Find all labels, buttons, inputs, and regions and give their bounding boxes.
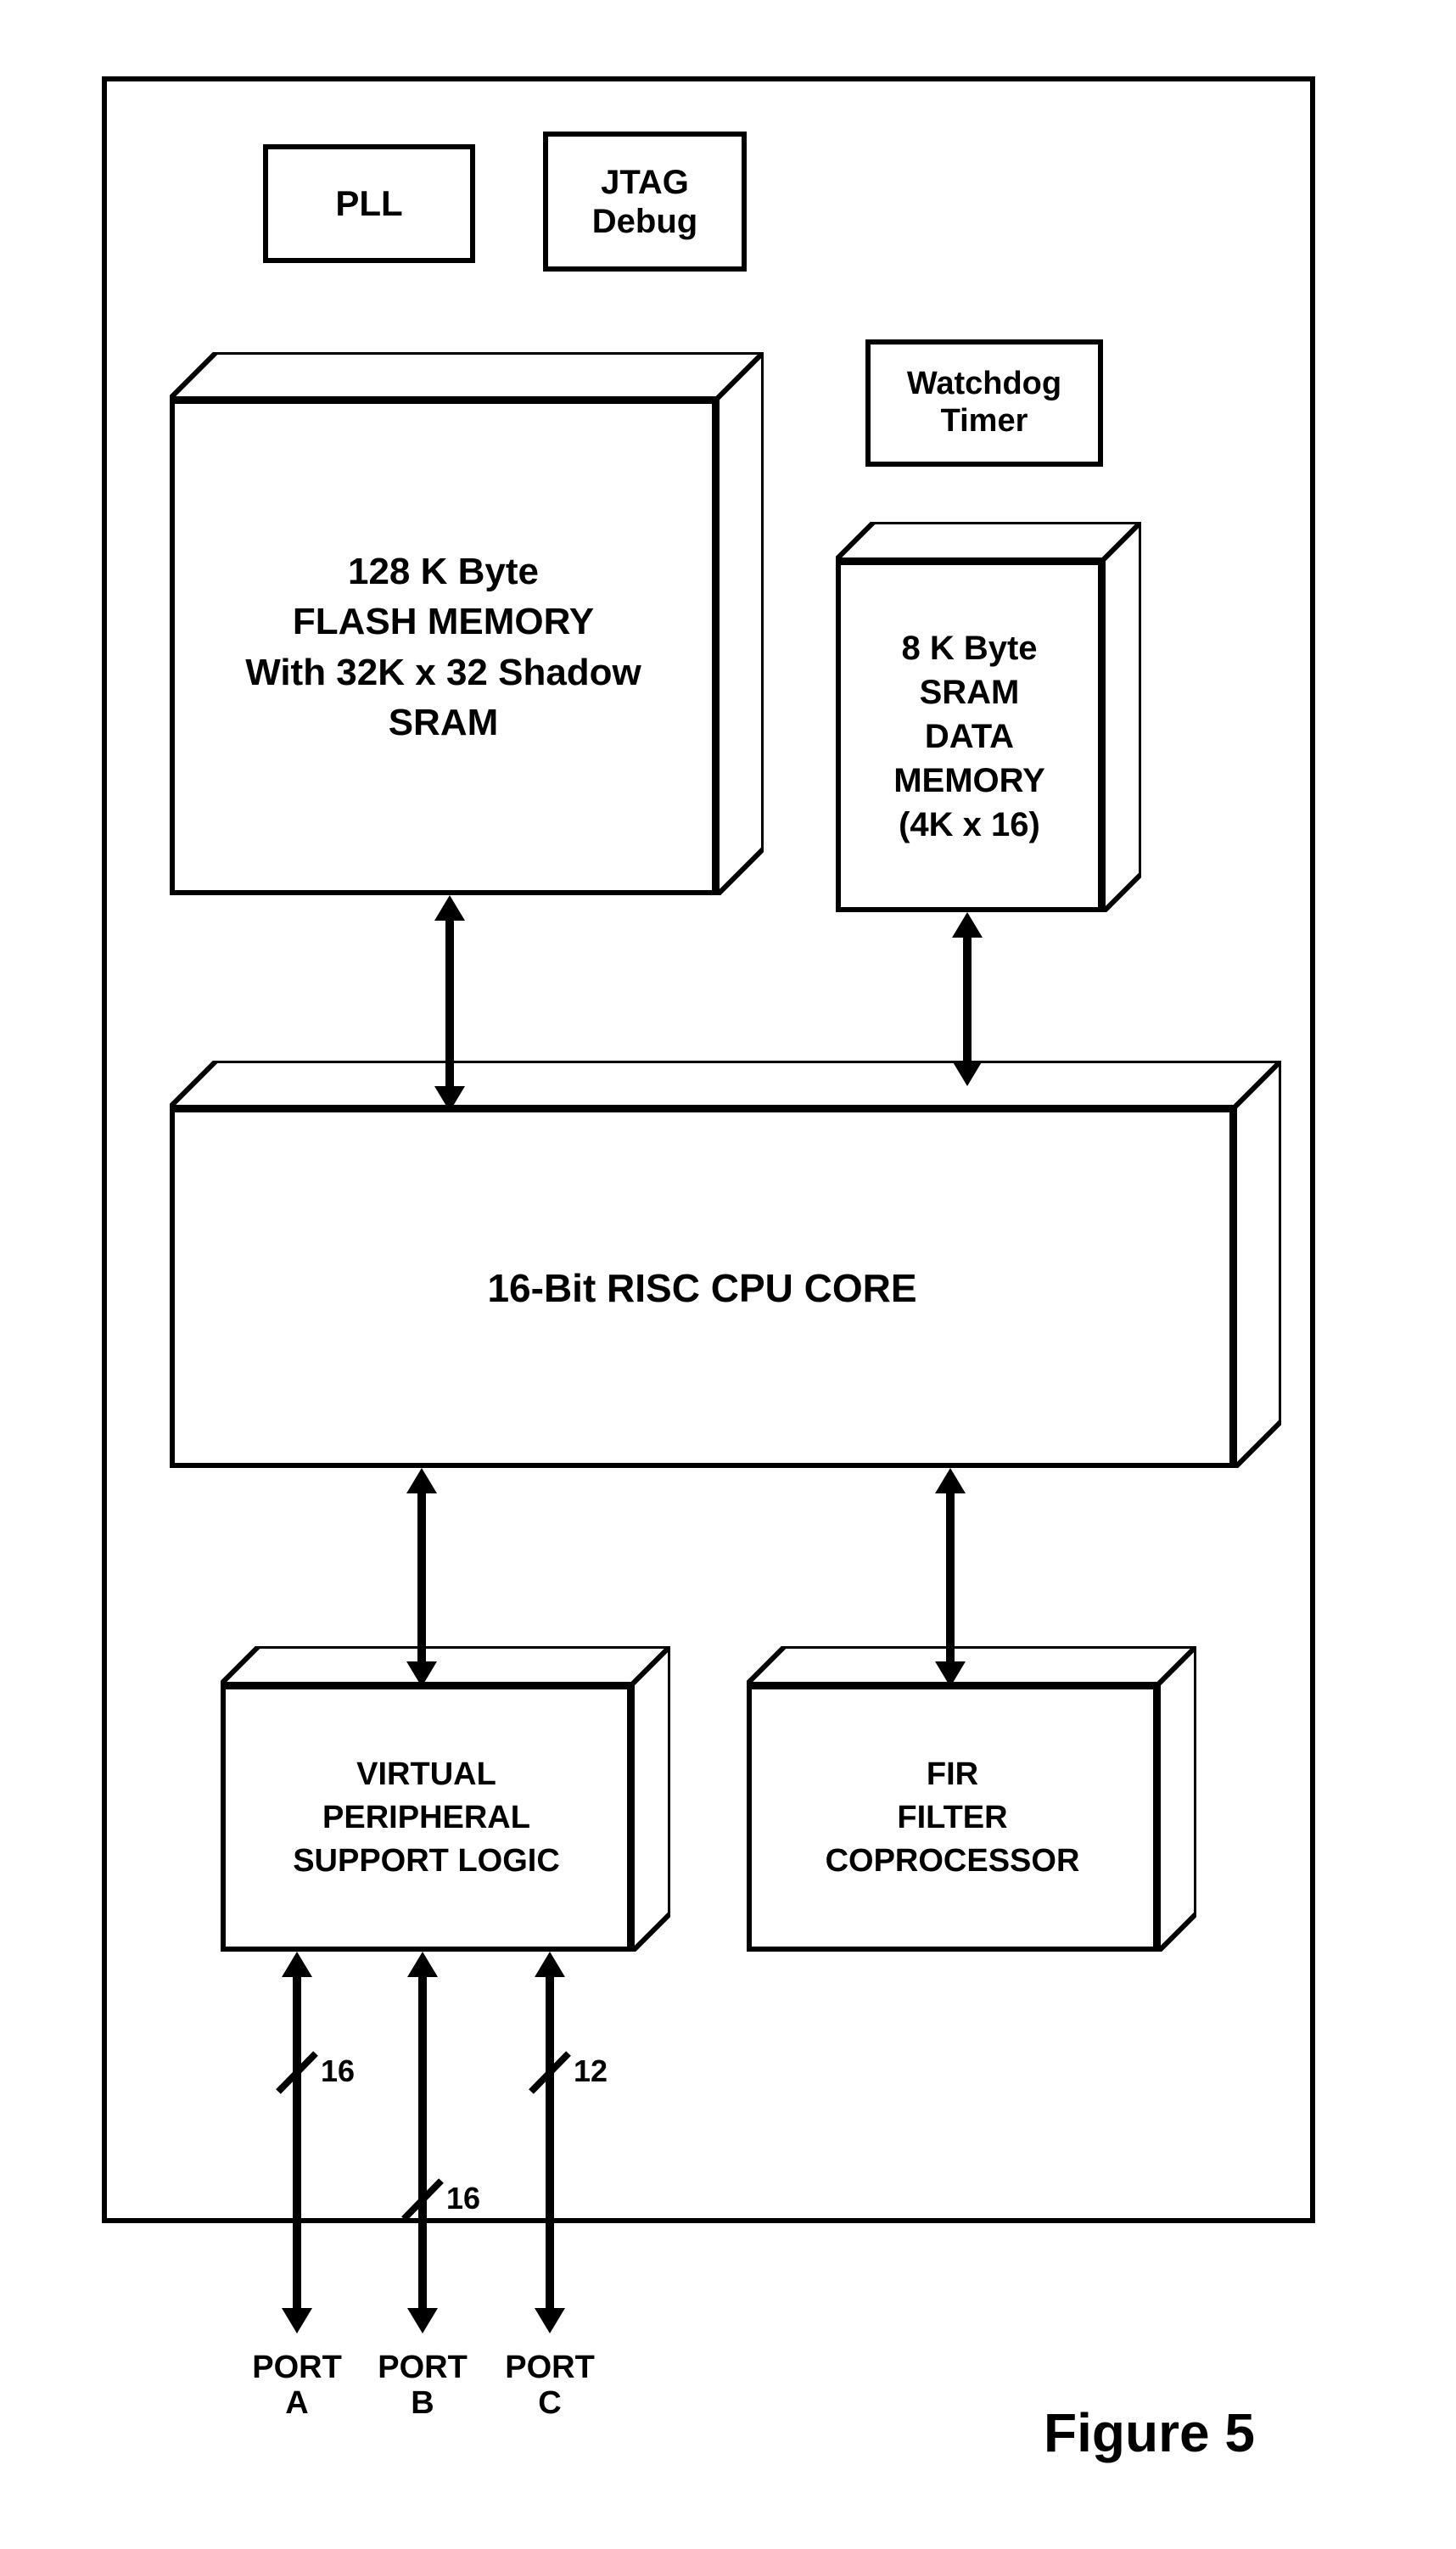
block-cpu: 16-Bit RISC CPU CORE — [170, 1061, 1281, 1468]
port-b-label: PORT B — [372, 2350, 473, 2422]
block-cpu-label: 16-Bit RISC CPU CORE — [487, 1265, 916, 1311]
block-pll-label: PLL — [335, 183, 402, 224]
bus-width-b: 16 — [446, 2181, 480, 2216]
figure-caption: Figure 5 — [1044, 2401, 1255, 2464]
port-a-label: PORT A — [246, 2350, 348, 2422]
block-pll: PLL — [263, 144, 475, 263]
block-sram-label: 8 K Byte SRAM DATA MEMORY (4K x 16) — [893, 626, 1045, 847]
arrow-cpu-vpsl — [405, 1468, 439, 1687]
arrow-sram-cpu — [950, 912, 984, 1086]
block-jtag-label: JTAG Debug — [592, 163, 697, 241]
block-flash-label: 128 K Byte FLASH MEMORY With 32K x 32 Sh… — [245, 546, 641, 748]
port-c-label: PORT C — [499, 2350, 601, 2422]
arrow-flash-cpu — [433, 895, 467, 1112]
block-vpsl: VIRTUAL PERIPHERAL SUPPORT LOGIC — [221, 1646, 670, 1952]
arrow-port-b — [397, 1952, 465, 2333]
block-fir-label: FIR FILTER COPROCESSOR — [826, 1753, 1080, 1884]
block-sram: 8 K Byte SRAM DATA MEMORY (4K x 16) — [836, 522, 1141, 912]
block-fir: FIR FILTER COPROCESSOR — [747, 1646, 1196, 1952]
block-flash: 128 K Byte FLASH MEMORY With 32K x 32 Sh… — [170, 352, 764, 895]
bus-width-c: 12 — [574, 2053, 608, 2089]
arrow-cpu-fir — [933, 1468, 967, 1687]
arrow-port-c — [524, 1952, 592, 2333]
block-watchdog: Watchdog Timer — [865, 339, 1103, 467]
bus-width-a: 16 — [321, 2053, 355, 2089]
block-watchdog-label: Watchdog Timer — [907, 366, 1061, 440]
block-jtag: JTAG Debug — [543, 132, 747, 272]
arrow-port-a — [272, 1952, 339, 2333]
block-vpsl-label: VIRTUAL PERIPHERAL SUPPORT LOGIC — [293, 1753, 560, 1884]
